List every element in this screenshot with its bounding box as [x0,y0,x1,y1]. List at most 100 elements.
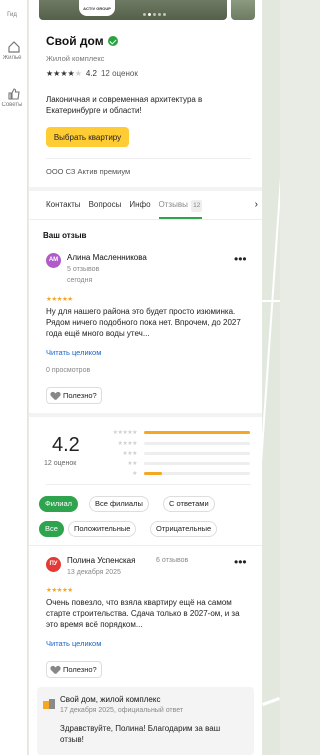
tab-contacts[interactable]: Контакты [46,199,81,219]
helpful-label: Полезно? [63,391,97,400]
rail-item-label: Гид [7,12,17,18]
read-more-link[interactable]: Читать целиком [46,348,101,357]
owner-name: Свой дом, жилой комплекс [60,695,161,704]
helpful-label: Полезно? [63,665,97,674]
org-description: Лаконичная и современная архитектура в Е… [46,95,203,115]
distribution-row: ★★★★ [97,440,257,448]
divider [29,545,262,546]
distribution-stars-icon: ★★ [127,461,137,467]
place-card-panel: ACTIV GROUP Свой дом Жилой комплекс ★★★★… [29,0,262,755]
photo[interactable] [231,0,255,20]
distribution-track [144,472,250,475]
divider [29,413,262,417]
review-author[interactable]: Полина Успенская [67,556,135,565]
tab-reviews[interactable]: Отзывы 12 [158,199,203,219]
divider [46,484,251,485]
review-date: сегодня [67,277,93,284]
read-more-link[interactable]: Читать целиком [46,639,101,648]
divider [46,158,251,159]
distribution-row: ★★★★★ [97,429,257,437]
review-date: 13 декабря 2025 [67,569,121,576]
summary-rating: 4.2 [52,434,80,456]
filter-all-branches-chip[interactable]: Все филиалы [89,496,149,512]
filter-branch-chip[interactable]: Филиал [39,496,79,512]
map-background[interactable] [262,0,280,755]
owner-reply: Свой дом, жилой комплекс 17 декабря 2025… [37,687,254,755]
house-icon [8,41,20,53]
avatar[interactable]: AM [46,253,61,268]
company-logo: ACTIV GROUP [79,0,115,16]
photo[interactable] [39,0,227,20]
filter-with-replies-chip[interactable]: С ответами [163,496,215,512]
tab-reviews-count: 12 [191,200,203,212]
filter-all-chip[interactable]: Все [39,521,64,537]
owner-reply-date: 17 декабря 2025, официальный ответ [60,707,184,714]
rail-item-label: Советы [1,102,23,108]
developer-company[interactable]: ООО СЗ Актив премиум [46,167,130,176]
distribution-track [144,452,250,455]
review-views: 0 просмотров [46,367,91,374]
distribution-row: ★★★ [97,450,257,458]
review-text: Очень повезло, что взяла квартиру ещё на… [46,598,240,629]
rail-item-housing[interactable]: Жильё [0,40,28,61]
rail-item-tips[interactable]: Советы [0,87,28,108]
gallery-dot [158,13,161,16]
distribution-row: ★ [97,470,257,478]
gallery-dot [153,13,156,16]
org-rating[interactable]: ★★★★★ 4.2 12 оценок [46,69,138,78]
distribution-track [144,442,250,445]
avatar[interactable]: ПУ [46,557,61,572]
rail-item-label: Жильё [2,55,22,61]
gallery-dot [148,13,151,16]
choose-apartment-button[interactable]: Выбрать квартиру [46,127,129,147]
divider [29,219,262,220]
rating-stars-icon: ★★★★★ [46,69,82,78]
gallery-dots [143,13,166,16]
filter-negative-chip[interactable]: Отрицательные [150,521,218,537]
heart-icon [51,666,60,674]
heart-icon [51,392,60,400]
tab-info[interactable]: Инфо [129,199,150,219]
review-author-count: 6 отзывов [156,557,189,564]
summary-count: 12 оценок [44,460,77,467]
divider [29,187,262,191]
org-title: Свой дом [46,34,118,48]
chevron-right-icon[interactable]: › [255,199,258,210]
distribution-stars-icon: ★★★ [122,451,137,457]
rating-value: 4.2 [85,69,97,78]
tab-reviews-label: Отзывы [158,200,188,209]
distribution-track [144,462,250,465]
tab-bar: Контакты Вопросы Инфо Отзывы 12 › [46,199,262,219]
review-text: Ну для нашего района это будет просто из… [46,307,241,338]
verified-icon [107,36,118,46]
owner-reply-text: Здравствуйте, Полина! Благодарим за ваш … [60,724,221,744]
helpful-button[interactable]: Полезно? [46,387,102,404]
rating-count: 12 оценок [100,69,138,78]
left-rail: Гид Жильё Советы [0,0,28,755]
distribution-fill [144,431,250,434]
distribution-stars-icon: ★ [132,471,137,477]
owner-logo-icon [43,699,55,709]
helpful-button[interactable]: Полезно? [46,661,102,678]
filter-positive-chip[interactable]: Положительные [68,521,137,537]
distribution-stars-icon: ★★★★ [117,441,137,447]
more-options-icon[interactable]: ••• [234,555,247,569]
review-author[interactable]: Алина Масленникова [67,253,147,262]
distribution-stars-icon: ★★★★★ [112,430,138,436]
review-author-count: 5 отзывов [67,266,100,273]
rail-item-guide[interactable]: Гид [0,0,28,18]
org-category: Жилой комплекс [46,54,105,63]
org-name: Свой дом [46,34,104,48]
photo-gallery[interactable]: ACTIV GROUP [39,0,255,20]
gallery-dot [143,13,146,16]
distribution-row: ★★ [97,460,257,468]
distribution-track [144,431,250,434]
your-review-heading: Ваш отзыв [43,231,87,240]
gallery-dot [163,13,166,16]
tab-questions[interactable]: Вопросы [89,199,122,219]
review-stars-icon: ★★★★★ [46,587,73,594]
review-stars-icon: ★★★★★ [46,296,73,303]
thumbs-up-icon [8,88,20,100]
distribution-fill [144,472,163,475]
more-options-icon[interactable]: ••• [234,252,247,266]
